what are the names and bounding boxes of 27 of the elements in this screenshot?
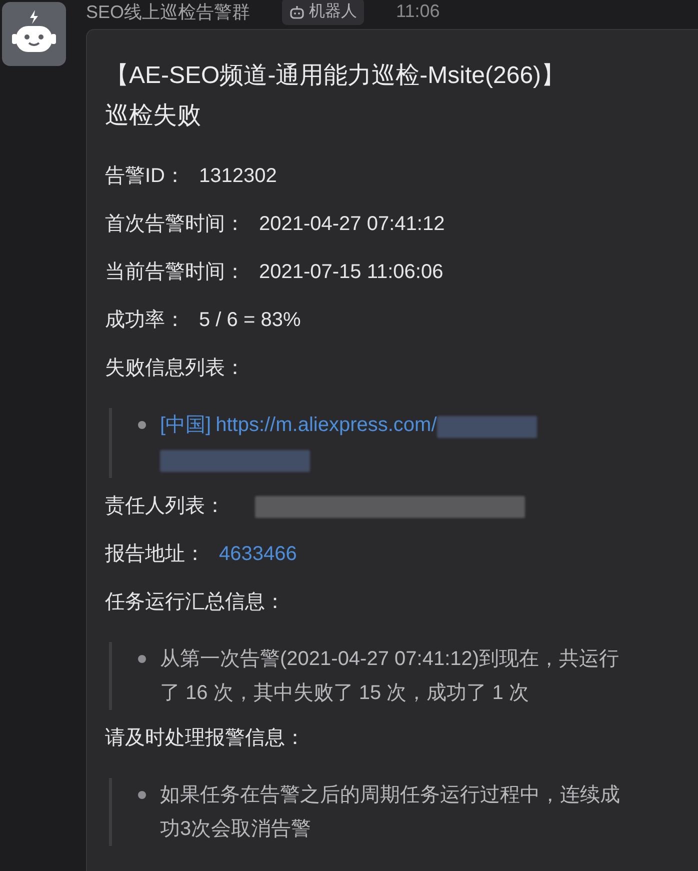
section-label: 任务运行汇总信息：: [105, 590, 285, 615]
report-link[interactable]: 4633466: [219, 543, 297, 566]
robot-icon: [289, 4, 306, 20]
field-label: 报告地址：: [105, 542, 205, 567]
field-label: 首次告警时间：: [105, 212, 245, 237]
field-label: 责任人列表：: [105, 494, 225, 519]
bullet-icon: [138, 791, 146, 799]
robot-avatar-icon: [2, 2, 66, 66]
section-label: 请及时处理报警信息：: [105, 726, 305, 751]
field-label: 成功率：: [105, 308, 185, 333]
message-title: 【AE-SEO频道-通用能力巡检-Msite(266)】 巡检失败: [105, 61, 566, 131]
field-value: 5 / 6 = 83%: [199, 309, 301, 332]
field-value: 2021-07-15 11:06:06: [259, 261, 444, 284]
group-name: SEO线上巡检告警群: [86, 0, 250, 24]
list-item-text: 从第一次告警(2021-04-27 07:41:12)到现在，共运行了 16 次，其中失败了 15 次，成功了 1 次: [160, 647, 620, 706]
section-label: 失败信息列表：: [105, 356, 245, 381]
bot-badge: 机器人: [282, 0, 364, 25]
field-label: 当前告警时间：: [105, 260, 245, 285]
field-value: 2021-04-27 07:41:12: [259, 213, 445, 236]
bullet-icon: [138, 655, 146, 663]
field-label: 告警ID：: [105, 164, 185, 189]
url-link[interactable]: https://m.aliexpress.com/: [216, 414, 437, 436]
list-item-text: 如果任务在告警之后的周期任务运行过程中，连续成功3次会取消告警: [160, 783, 621, 842]
message-time: 11:06: [396, 1, 440, 22]
bullet-icon: [138, 421, 146, 429]
field-value: 1312302: [199, 165, 277, 188]
region-tag: [中国]: [160, 414, 212, 436]
